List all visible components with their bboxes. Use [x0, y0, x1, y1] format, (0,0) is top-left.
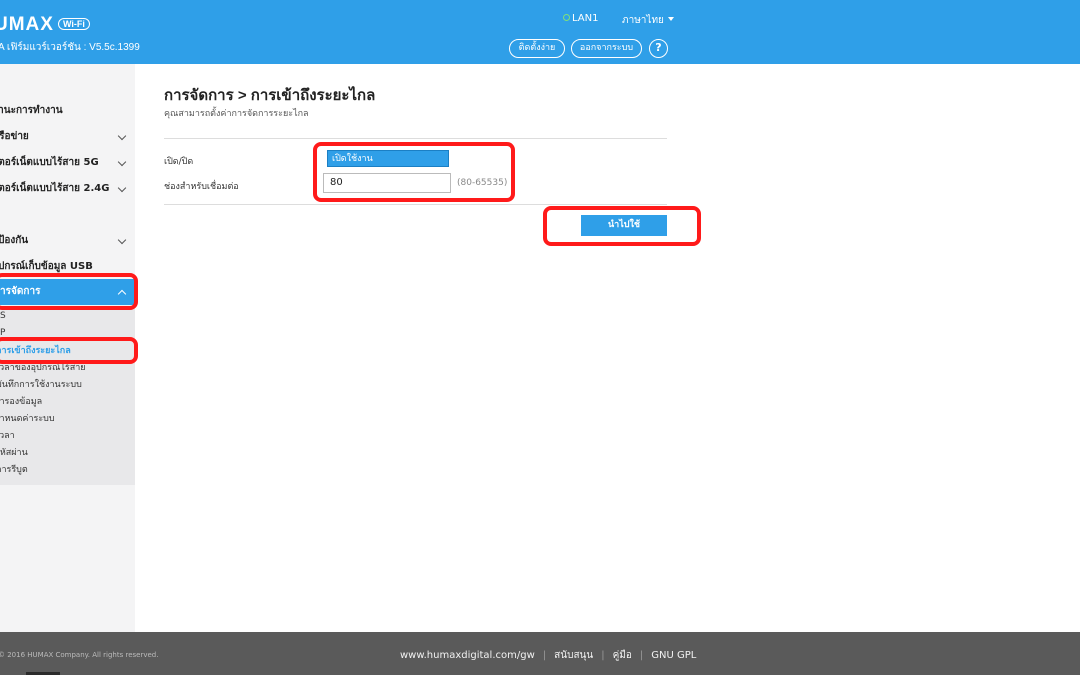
sidebar-item-security[interactable]: ป้องกัน	[0, 228, 135, 254]
submenu-item[interactable]: กำหนดค่าระบบ	[0, 411, 129, 428]
enable-select[interactable]: เปิดใช้งาน	[327, 150, 449, 167]
footer-link-gnu-gpl[interactable]: GNU GPL	[651, 650, 696, 661]
footer: © 2016 HUMAX Company. All rights reserve…	[0, 632, 1080, 675]
top-header: UMAX Wi-Fi A เฟิร์มแวร์เวอร์ชัน : V5.5c.1…	[0, 0, 1080, 64]
chevron-up-icon	[117, 289, 127, 299]
sidebar-item-usb-storage[interactable]: อุปกรณ์เก็บข้อมูล USB	[0, 254, 135, 280]
chevron-down-icon	[117, 157, 127, 167]
page-subtitle: คุณสามารถตั้งค่าการจัดการระยะไกล	[164, 109, 309, 119]
sidebar-item-management[interactable]: การจัดการ	[0, 279, 135, 305]
submenu-item[interactable]: รหัสผ่าน	[0, 445, 130, 462]
language-selector[interactable]: ภาษาไทย	[622, 13, 674, 28]
apply-button[interactable]: นำไปใช้	[581, 215, 667, 236]
sidebar-item-status[interactable]: สถานะการทำงาน	[0, 98, 135, 124]
sidebar-item-label: ป้องกัน	[0, 235, 29, 246]
chevron-down-icon	[117, 131, 127, 141]
submenu-item[interactable]: S	[0, 308, 135, 325]
divider	[164, 204, 667, 205]
help-icon[interactable]: ?	[649, 39, 668, 58]
submenu-item[interactable]: เวลาของอุปกรณ์ไร้สาย	[0, 360, 131, 377]
wifi-badge: Wi-Fi	[57, 18, 90, 30]
chevron-down-icon	[117, 183, 127, 193]
page-title: การจัดการ > การเข้าถึงระยะไกล	[164, 87, 376, 104]
submenu-item-remote-access[interactable]: การเข้าถึงระยะไกล	[0, 343, 131, 360]
language-label: ภาษาไทย	[622, 15, 664, 26]
sidebar-item-network[interactable]: เครือข่าย	[0, 124, 135, 150]
port-range-hint: (80-65535)	[457, 178, 508, 188]
sidebar-item-label: อินเตอร์เน็ตแบบไร้สาย 2.4G	[0, 183, 110, 194]
firmware-version: A เฟิร์มแวร์เวอร์ชัน : V5.5c.1399	[0, 42, 140, 53]
footer-separator: |	[542, 650, 547, 661]
logo-text: UMAX	[0, 14, 54, 35]
submenu-item[interactable]: สำรองข้อมูล	[0, 394, 129, 411]
sidebar: สถานะการทำงาน เครือข่าย อินเตอร์เน็ตแบบไ…	[0, 64, 135, 632]
submenu-item[interactable]: บันทึกการใช้งานระบบ	[0, 377, 131, 394]
easy-setup-button[interactable]: ติดตั้งง่าย	[509, 39, 565, 58]
management-submenu: S P การเข้าถึงระยะไกล เวลาของอุปกรณ์ไร้ส…	[0, 308, 135, 485]
caret-down-icon	[667, 17, 674, 21]
lan-status-label: LAN1	[572, 13, 599, 24]
divider	[164, 138, 667, 139]
humax-logo: UMAX Wi-Fi	[0, 14, 90, 36]
sidebar-item-label: เครือข่าย	[0, 131, 29, 142]
sidebar-item-wireless-24g[interactable]: อินเตอร์เน็ตแบบไร้สาย 2.4G	[0, 176, 135, 202]
port-input[interactable]: 80	[323, 173, 451, 193]
sidebar-item-label: อุปกรณ์เก็บข้อมูล USB	[0, 261, 93, 272]
footer-link-manual[interactable]: คู่มือ	[613, 650, 632, 661]
submenu-item[interactable]: การรีบูต	[0, 462, 131, 479]
sidebar-item-label: อินเตอร์เน็ตแบบไร้สาย 5G	[0, 157, 99, 168]
footer-link-support[interactable]: สนับสนุน	[554, 650, 593, 661]
sidebar-item-label: การจัดการ	[0, 286, 41, 297]
footer-link-website[interactable]: www.humaxdigital.com/gw	[400, 650, 535, 661]
submenu-item[interactable]: เวลา	[0, 428, 131, 445]
lan-status-dot-icon	[563, 14, 570, 21]
footer-separator: |	[639, 650, 644, 661]
port-label: ช่องสำหรับเชื่อมต่อ	[164, 182, 239, 192]
lan-status: LAN1	[563, 13, 598, 24]
enable-label: เปิด/ปิด	[164, 157, 194, 167]
sidebar-item-label: สถานะการทำงาน	[0, 105, 63, 116]
submenu-item[interactable]: P	[0, 325, 135, 342]
logout-button[interactable]: ออกจากระบบ	[571, 39, 642, 58]
copyright-text: © 2016 HUMAX Company. All rights reserve…	[0, 651, 159, 659]
sidebar-item-wireless-5g[interactable]: อินเตอร์เน็ตแบบไร้สาย 5G	[0, 150, 135, 176]
footer-links: www.humaxdigital.com/gw | สนับสนุน | คู่มือ |…	[400, 648, 696, 663]
chevron-down-icon	[117, 235, 127, 245]
footer-separator: |	[601, 650, 605, 661]
